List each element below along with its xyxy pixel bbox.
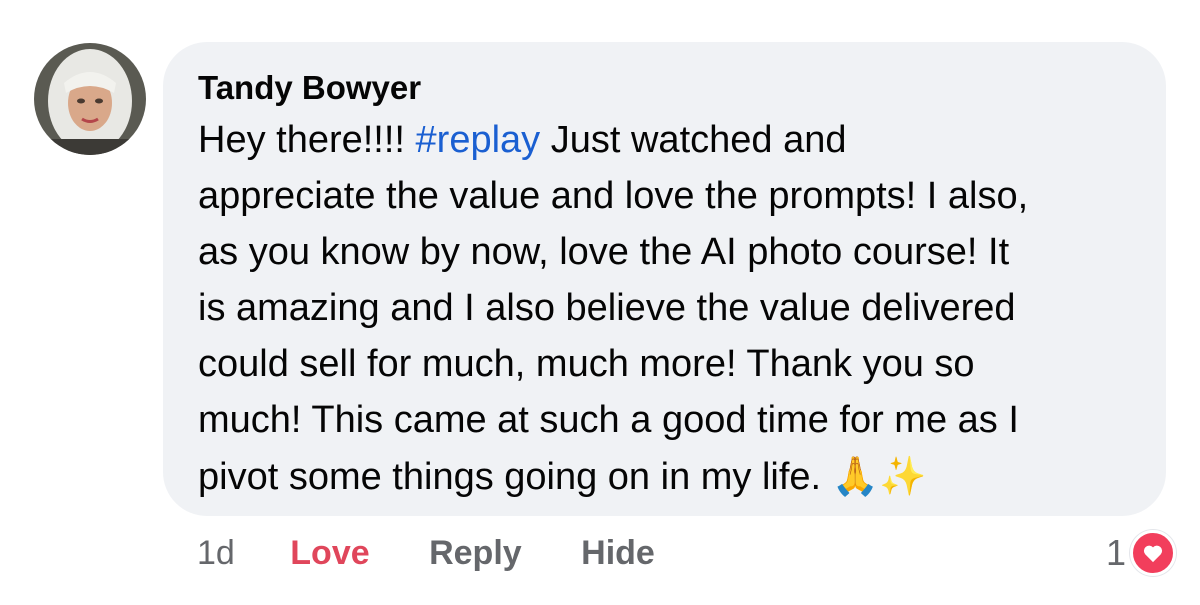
comment-line: pivot some things going on in my life. 🙏… (198, 448, 1158, 504)
comment-line: could sell for much, much more! Thank yo… (198, 343, 975, 385)
profile-photo-icon (34, 43, 146, 155)
comment-text: Hey there!!!! #replay Just watched and a… (198, 112, 1158, 504)
text-fragment: Hey there!!!! (198, 119, 416, 161)
comment-line: much! This came at such a good time for … (198, 399, 1019, 441)
reaction-summary[interactable]: 1 (1106, 530, 1176, 576)
timestamp[interactable]: 1d (197, 530, 235, 576)
hashtag-link[interactable]: #replay (416, 119, 541, 161)
comment-line: is amazing and I also believe the value … (198, 287, 1016, 329)
comment-author[interactable]: Tandy Bowyer (198, 69, 421, 107)
reply-button[interactable]: Reply (429, 530, 522, 576)
emoji: 🙏✨ (831, 454, 927, 498)
comment-line: Hey there!!!! #replay Just watched and (198, 112, 1158, 168)
love-button[interactable]: Love (290, 530, 369, 576)
hide-button[interactable]: Hide (581, 530, 655, 576)
heart-icon (1130, 530, 1176, 576)
text-fragment: Just watched and (540, 119, 847, 161)
text-fragment: pivot some things going on in my life. (198, 456, 832, 498)
comment-line: appreciate the value and love the prompt… (198, 175, 1029, 217)
reaction-count: 1 (1105, 532, 1126, 573)
comment-bubble: Tandy Bowyer Hey there!!!! #replay Just … (163, 42, 1166, 516)
comment-line: as you know by now, love the AI photo co… (198, 231, 1010, 273)
avatar[interactable] (34, 43, 146, 155)
comment-actions: 1d Love Reply Hide (197, 530, 655, 576)
